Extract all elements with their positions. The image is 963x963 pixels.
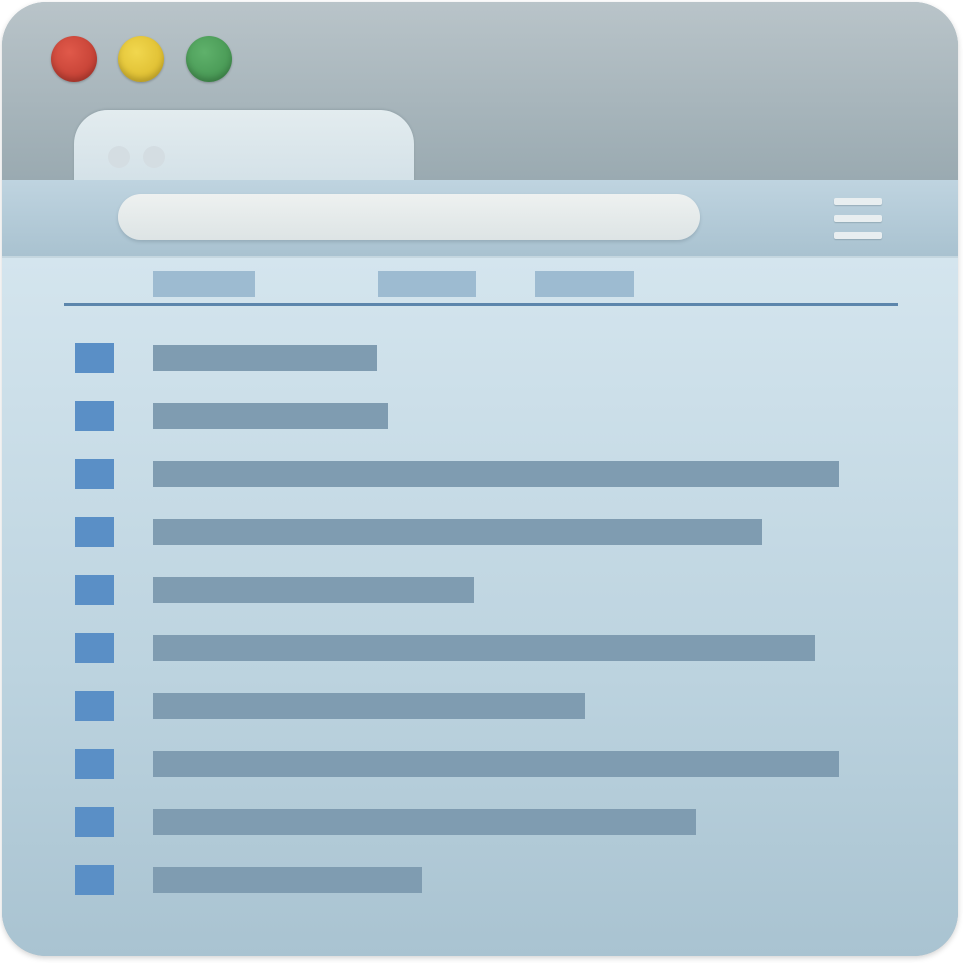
list-item[interactable] — [2, 401, 958, 431]
close-button[interactable] — [51, 36, 97, 82]
column-header[interactable] — [378, 271, 476, 297]
list-item-label — [153, 519, 762, 545]
title-bar — [2, 2, 958, 190]
address-bar-input[interactable] — [118, 194, 700, 240]
file-icon — [75, 517, 114, 547]
list-item[interactable] — [2, 517, 958, 547]
browser-window — [2, 2, 958, 956]
list-item-label — [153, 867, 422, 893]
tab-favicon-icon — [143, 146, 165, 168]
file-icon — [75, 459, 114, 489]
list-item-label — [153, 403, 388, 429]
list-item-label — [153, 809, 696, 835]
file-icon — [75, 343, 114, 373]
list-item-label — [153, 693, 585, 719]
list-item[interactable] — [2, 865, 958, 895]
list-item[interactable] — [2, 749, 958, 779]
list-item-label — [153, 461, 839, 487]
content-area — [2, 258, 958, 956]
column-header[interactable] — [535, 271, 634, 297]
list-item[interactable] — [2, 807, 958, 837]
menu-line — [834, 232, 882, 239]
header-divider — [64, 303, 898, 306]
menu-line — [834, 198, 882, 205]
column-header[interactable] — [153, 271, 255, 297]
list-item[interactable] — [2, 343, 958, 373]
file-icon — [75, 633, 114, 663]
list-item[interactable] — [2, 633, 958, 663]
hamburger-menu-icon[interactable] — [834, 198, 882, 242]
list-item-label — [153, 635, 815, 661]
list-item-label — [153, 577, 474, 603]
tab-favicon-icon — [108, 146, 130, 168]
list-item[interactable] — [2, 691, 958, 721]
file-icon — [75, 691, 114, 721]
list-item-label — [153, 345, 377, 371]
maximize-button[interactable] — [186, 36, 232, 82]
file-icon — [75, 575, 114, 605]
list-item[interactable] — [2, 575, 958, 605]
file-icon — [75, 749, 114, 779]
file-icon — [75, 807, 114, 837]
browser-tab[interactable] — [74, 110, 414, 190]
list-item-label — [153, 751, 839, 777]
file-icon — [75, 865, 114, 895]
file-icon — [75, 401, 114, 431]
minimize-button[interactable] — [118, 36, 164, 82]
toolbar — [2, 180, 958, 258]
list-item[interactable] — [2, 459, 958, 489]
menu-line — [834, 215, 882, 222]
